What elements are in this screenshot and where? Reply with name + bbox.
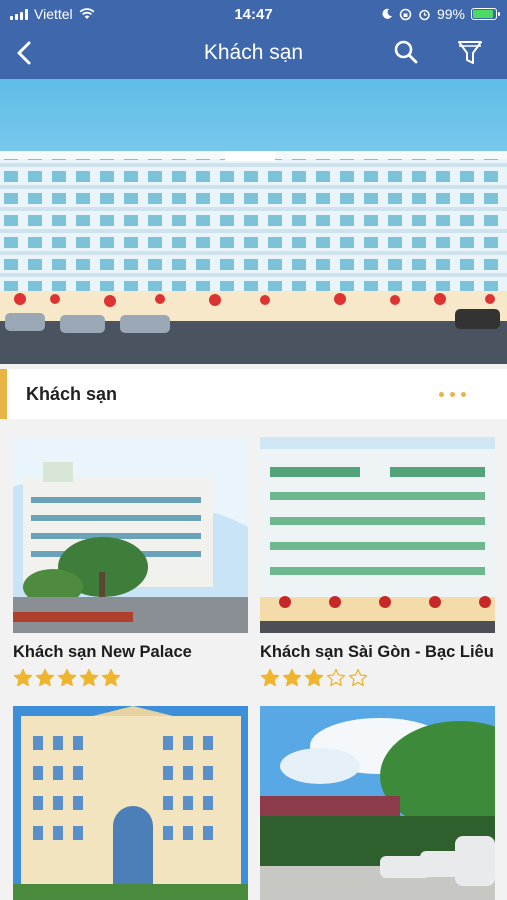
section-title: Khách sạn (26, 384, 118, 404)
hotel-image[interactable] (13, 437, 248, 633)
hotel-image[interactable] (13, 706, 248, 900)
navigation-bar: Khách sạn (0, 28, 507, 79)
moon-icon (382, 8, 392, 19)
hotel-name[interactable]: Khách sạn Sài Gòn - Bạc Liêu (260, 643, 495, 662)
hotel-card[interactable] (13, 706, 248, 900)
more-dots-icon[interactable] (432, 381, 472, 407)
section-accent-bar (0, 369, 7, 419)
filter-icon[interactable] (456, 38, 484, 68)
hotel-card[interactable] (260, 706, 495, 900)
star-filled-icon (282, 668, 302, 687)
hotel-image[interactable] (260, 437, 495, 633)
star-filled-icon (260, 668, 280, 687)
star-rating (13, 668, 248, 688)
section-header: Khách sạn (0, 369, 507, 419)
page-title: Khách sạn (203, 41, 304, 64)
battery-icon (471, 8, 500, 20)
top-bar: Viettel 14:47 99% Khách sạn (0, 0, 507, 79)
hotel-image[interactable] (260, 706, 495, 900)
status-right: 99% (381, 6, 500, 22)
rotation-lock-icon (399, 8, 412, 20)
star-empty-icon (348, 668, 368, 687)
star-filled-icon (101, 668, 121, 687)
status-bar: Viettel 14:47 99% (0, 0, 507, 28)
hotel-name[interactable]: Khách sạn New Palace (13, 643, 248, 662)
star-rating (260, 668, 495, 688)
star-filled-icon (79, 668, 99, 687)
star-empty-icon (326, 668, 346, 687)
star-filled-icon (304, 668, 324, 687)
battery-percent: 99% (436, 6, 465, 22)
hotel-card[interactable]: Khách sạn Sài Gòn - Bạc Liêu (260, 437, 495, 688)
alarm-icon (419, 9, 430, 20)
star-filled-icon (13, 668, 33, 687)
star-filled-icon (57, 668, 77, 687)
banner-image (0, 79, 507, 364)
search-icon[interactable] (392, 38, 420, 66)
star-filled-icon (35, 668, 55, 687)
hotel-card[interactable]: Khách sạn New Palace (13, 437, 248, 688)
